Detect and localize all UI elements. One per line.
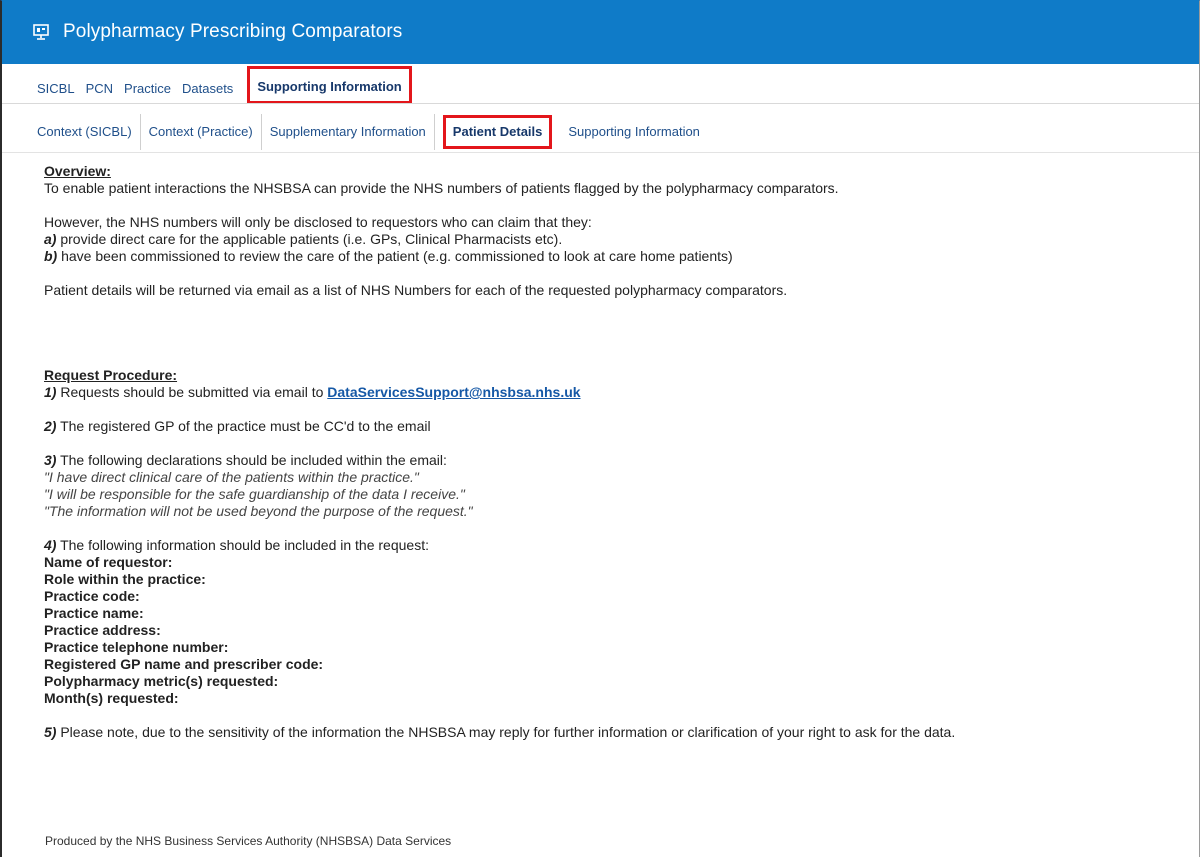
- sub-tab-bar: Context (SICBL) Context (Practice) Suppl…: [29, 112, 708, 152]
- tab-practice[interactable]: Practice: [124, 81, 171, 104]
- step-2-marker: 2): [44, 418, 57, 434]
- field-metrics-requested: Polypharmacy metric(s) requested:: [44, 673, 279, 689]
- title-bar: Polypharmacy Prescribing Comparators: [2, 0, 1199, 64]
- step-4-text: The following information should be incl…: [56, 537, 429, 553]
- patient-details-content: Overview: To enable patient interactions…: [44, 163, 1184, 741]
- step-2: 2) The registered GP of the practice mus…: [44, 418, 1184, 435]
- step-4-marker: 4): [44, 537, 57, 553]
- step-5-text: Please note, due to the sensitivity of t…: [56, 724, 956, 740]
- tab-supporting-information[interactable]: Supporting Information: [247, 66, 412, 104]
- criteria-a-marker: a): [44, 231, 57, 247]
- field-practice-address: Practice address:: [44, 622, 161, 638]
- support-email-link[interactable]: DataServicesSupport@nhsbsa.nhs.uk: [327, 384, 580, 400]
- subtab-supporting-information[interactable]: Supporting Information: [560, 114, 708, 150]
- criteria-b-text: have been commissioned to review the car…: [57, 248, 733, 264]
- request-procedure-heading: Request Procedure:: [44, 367, 178, 383]
- step-5-marker: 5): [44, 724, 57, 740]
- subtab-patient-details[interactable]: Patient Details: [442, 115, 553, 149]
- field-role: Role within the practice:: [44, 571, 206, 587]
- declaration-1: "I have direct clinical care of the pati…: [44, 469, 419, 485]
- step-5: 5) Please note, due to the sensitivity o…: [44, 724, 1184, 741]
- criteria-b-marker: b): [44, 248, 58, 264]
- sub-tab-divider: [2, 152, 1199, 153]
- subtab-context-practice[interactable]: Context (Practice): [141, 114, 262, 150]
- tab-datasets[interactable]: Datasets: [182, 81, 233, 104]
- return-note: Patient details will be returned via ema…: [44, 282, 788, 298]
- criteria-b: b) have been commissioned to review the …: [44, 248, 1184, 265]
- step-1-marker: 1): [44, 384, 57, 400]
- overview-disclosure: However, the NHS numbers will only be di…: [44, 214, 592, 230]
- main-tab-bar: SICBL PCN Practice Datasets Supporting I…: [37, 66, 423, 104]
- declaration-3: "The information will not be used beyond…: [44, 503, 473, 519]
- overview-heading: Overview:: [44, 163, 111, 179]
- subtab-context-sicbl[interactable]: Context (SICBL): [29, 114, 141, 150]
- tab-pcn[interactable]: PCN: [86, 81, 113, 104]
- field-practice-name: Practice name:: [44, 605, 144, 621]
- step-3-marker: 3): [44, 452, 57, 468]
- field-registered-gp: Registered GP name and prescriber code:: [44, 656, 324, 672]
- main-tab-divider: [2, 103, 1199, 104]
- app-title: Polypharmacy Prescribing Comparators: [63, 21, 403, 42]
- step-3-text: The following declarations should be inc…: [56, 452, 447, 468]
- step-4: 4) The following information should be i…: [44, 537, 1184, 554]
- dashboard-icon: [33, 24, 49, 40]
- subtab-supplementary-information[interactable]: Supplementary Information: [262, 114, 435, 150]
- field-practice-telephone: Practice telephone number:: [44, 639, 229, 655]
- criteria-a: a) provide direct care for the applicabl…: [44, 231, 1184, 248]
- step-3: 3) The following declarations should be …: [44, 452, 1184, 469]
- step-1: 1) Requests should be submitted via emai…: [44, 384, 1184, 401]
- field-practice-code: Practice code:: [44, 588, 140, 604]
- step-1-text: Requests should be submitted via email t…: [56, 384, 328, 400]
- field-name-of-requestor: Name of requestor:: [44, 554, 173, 570]
- overview-intro: To enable patient interactions the NHSBS…: [44, 180, 839, 196]
- criteria-a-text: provide direct care for the applicable p…: [56, 231, 563, 247]
- footer-credit: Produced by the NHS Business Services Au…: [45, 834, 452, 848]
- tab-sicbl[interactable]: SICBL: [37, 81, 75, 104]
- declaration-2: "I will be responsible for the safe guar…: [44, 486, 465, 502]
- field-months-requested: Month(s) requested:: [44, 690, 179, 706]
- step-2-text: The registered GP of the practice must b…: [56, 418, 431, 434]
